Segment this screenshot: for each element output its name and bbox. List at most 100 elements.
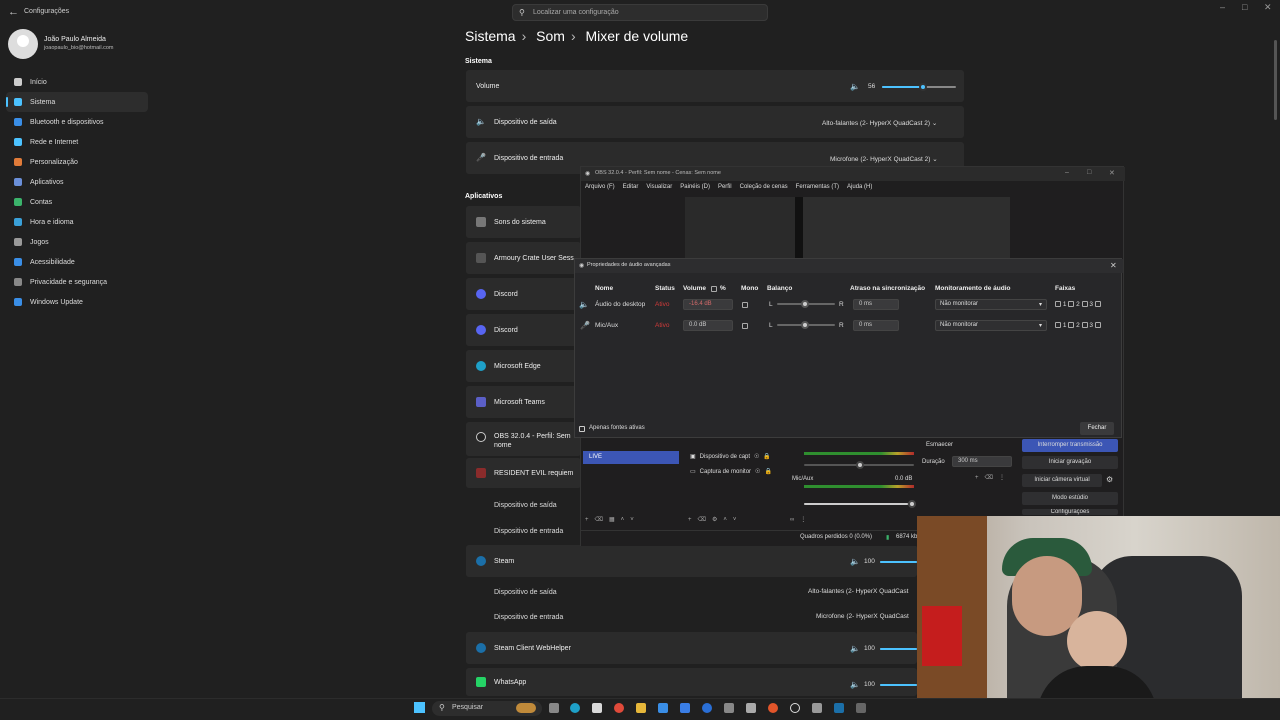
sidebar-item-rede[interactable]: Rede e Internet	[6, 132, 148, 152]
settings-gear-icon[interactable]	[812, 703, 822, 713]
settings-search-input[interactable]: ⚲ Localizar uma configuração	[512, 4, 768, 21]
obs-icon[interactable]	[790, 703, 800, 713]
arrow-up-icon[interactable]: ˄	[621, 517, 631, 523]
sync-spinbox[interactable]: 0 ms	[853, 320, 899, 331]
close-button[interactable]: Fechar	[1080, 422, 1114, 435]
scene-item-live[interactable]: LIVE	[583, 451, 679, 464]
maximize-icon[interactable]: □	[1242, 2, 1247, 12]
breadcrumb-item[interactable]: Sistema	[465, 28, 516, 44]
telegram-icon[interactable]	[680, 703, 690, 713]
eye-icon[interactable]: ☉	[754, 453, 759, 460]
speaker-icon[interactable]: 🔈	[850, 644, 860, 653]
input-device-dropdown[interactable]: Microfone (2- HyperX QuadCast 2) ⌄	[830, 155, 938, 163]
output-device-dropdown[interactable]: Alto-falantes (2- HyperX QuadCast 2) ⌄	[822, 119, 937, 127]
track-checkbox[interactable]	[1094, 322, 1101, 329]
gear-icon[interactable]: ⚙	[1106, 475, 1113, 484]
studio-mode-button[interactable]: Modo estúdio	[1022, 492, 1118, 505]
start-recording-button[interactable]: Iniciar gravação	[1022, 456, 1118, 469]
start-icon[interactable]	[414, 702, 425, 713]
steam-input-dropdown[interactable]: Microfone (2- HyperX QuadCast	[816, 613, 909, 620]
monitor-dropdown[interactable]: Não monitorar ▾	[935, 320, 1047, 331]
breadcrumb-item[interactable]: Som	[536, 28, 565, 44]
lock-icon[interactable]: 🔒	[763, 453, 770, 460]
track-checkbox[interactable]	[1094, 301, 1101, 308]
sidebar-item-jogos[interactable]: Jogos	[6, 232, 148, 252]
sidebar-item-inicio[interactable]: Início	[6, 72, 148, 92]
track-checkbox[interactable]	[1055, 322, 1061, 329]
sidebar-item-acessibilidade[interactable]: Acessibilidade	[6, 252, 148, 272]
active-only-checkbox[interactable]	[579, 426, 585, 432]
trash-icon[interactable]: ⌫	[595, 517, 609, 523]
app-icon[interactable]	[702, 703, 712, 713]
link-icon[interactable]: ∞	[790, 517, 800, 523]
minimize-icon[interactable]: –	[1065, 169, 1069, 176]
webhelper-volume-slider[interactable]	[880, 648, 917, 650]
menu-paineis[interactable]: Painéis (D)	[680, 184, 710, 194]
obs-preview[interactable]	[685, 197, 1010, 259]
menu-arquivo[interactable]: Arquivo (F)	[585, 184, 615, 194]
close-icon[interactable]: ✕	[1110, 261, 1117, 270]
track-checkbox[interactable]	[1068, 301, 1075, 308]
edge-icon[interactable]	[570, 703, 580, 713]
sidebar-item-personalizacao[interactable]: Personalização	[6, 152, 148, 172]
settings-button[interactable]: Configurações	[1022, 509, 1118, 515]
trash-icon[interactable]: ⌫	[985, 475, 999, 481]
app-row[interactable]: Discord	[466, 314, 581, 346]
close-icon[interactable]: ✕	[1264, 2, 1272, 13]
duration-spinbox[interactable]: 300 ms	[952, 456, 1012, 467]
sidebar-item-windows-update[interactable]: Windows Update	[6, 292, 148, 312]
menu-editar[interactable]: Editar	[623, 184, 639, 194]
mono-checkbox[interactable]	[742, 323, 748, 329]
app-output-row[interactable]: Dispositivo de saída	[466, 493, 581, 517]
more-icon[interactable]: ⋮	[999, 475, 1011, 481]
steam-icon[interactable]	[834, 703, 844, 713]
back-arrow-icon[interactable]: ←	[8, 6, 19, 18]
menu-perfil[interactable]: Perfil	[718, 184, 732, 194]
menu-ferramentas[interactable]: Ferramentas (T)	[796, 184, 839, 194]
app-icon[interactable]	[724, 703, 734, 713]
more-icon[interactable]: ⋮	[800, 517, 812, 523]
sync-spinbox[interactable]: 0 ms	[853, 299, 899, 310]
volume-slider[interactable]	[882, 83, 956, 91]
speaker-icon[interactable]: 🔈	[850, 557, 860, 566]
whatsapp-volume-slider[interactable]	[880, 684, 917, 686]
arrow-up-icon[interactable]: ˄	[723, 517, 733, 523]
volume-spinbox[interactable]: -16.4 dB	[683, 299, 733, 310]
brave-icon[interactable]	[768, 703, 778, 713]
mono-checkbox[interactable]	[742, 302, 748, 308]
steam-volume-slider[interactable]	[880, 561, 917, 563]
balance-slider[interactable]	[777, 321, 835, 329]
app-row[interactable]: Microsoft Teams	[466, 386, 581, 418]
add-icon[interactable]: +	[585, 517, 595, 523]
outlook-icon[interactable]	[658, 703, 668, 713]
stop-stream-button[interactable]: Interromper transmissão	[1022, 439, 1118, 452]
app-row[interactable]: Discord	[466, 278, 581, 310]
sidebar-item-privacidade[interactable]: Privacidade e segurança	[6, 272, 148, 292]
menu-ajuda[interactable]: Ajuda (H)	[847, 184, 872, 194]
transition-dropdown[interactable]: Esmaecer	[926, 442, 953, 448]
sidebar-item-bluetooth[interactable]: Bluetooth e dispositivos	[6, 112, 148, 132]
trash-icon[interactable]: ⌫	[698, 517, 712, 523]
balance-slider[interactable]	[777, 300, 835, 308]
track-checkbox[interactable]	[1068, 322, 1075, 329]
percent-checkbox[interactable]	[711, 286, 717, 292]
mixer-volume-slider[interactable]	[804, 461, 914, 469]
track-checkbox[interactable]	[1081, 322, 1088, 329]
speaker-icon[interactable]: 🔈	[850, 680, 860, 689]
start-virtual-cam-button[interactable]: Iniciar câmera virtual	[1022, 474, 1102, 487]
menu-visualizar[interactable]: Visualizar	[646, 184, 672, 194]
sidebar-item-aplicativos[interactable]: Aplicativos	[6, 172, 148, 192]
add-icon[interactable]: +	[975, 475, 985, 481]
sidebar-item-hora[interactable]: Hora e idioma	[6, 212, 148, 232]
app-input-row[interactable]: Dispositivo de entrada	[466, 519, 581, 543]
app-row[interactable]: OBS 32.0.4 - Perfil: Sem nome	[466, 422, 581, 456]
source-item[interactable]: ▣ Dispositivo de capt ☉ 🔒	[690, 453, 771, 461]
app-icon[interactable]	[856, 703, 866, 713]
task-view-icon[interactable]	[549, 703, 559, 713]
menu-colecao[interactable]: Coleção de cenas	[740, 184, 788, 194]
arrow-down-icon[interactable]: ˅	[733, 517, 743, 523]
app-row[interactable]: Microsoft Edge	[466, 350, 581, 382]
steam-output-dropdown[interactable]: Alto-falantes (2- HyperX QuadCast	[808, 588, 908, 595]
close-icon[interactable]: ✕	[1109, 169, 1115, 177]
app-row[interactable]: RESIDENT EVIL requiem	[466, 458, 581, 488]
